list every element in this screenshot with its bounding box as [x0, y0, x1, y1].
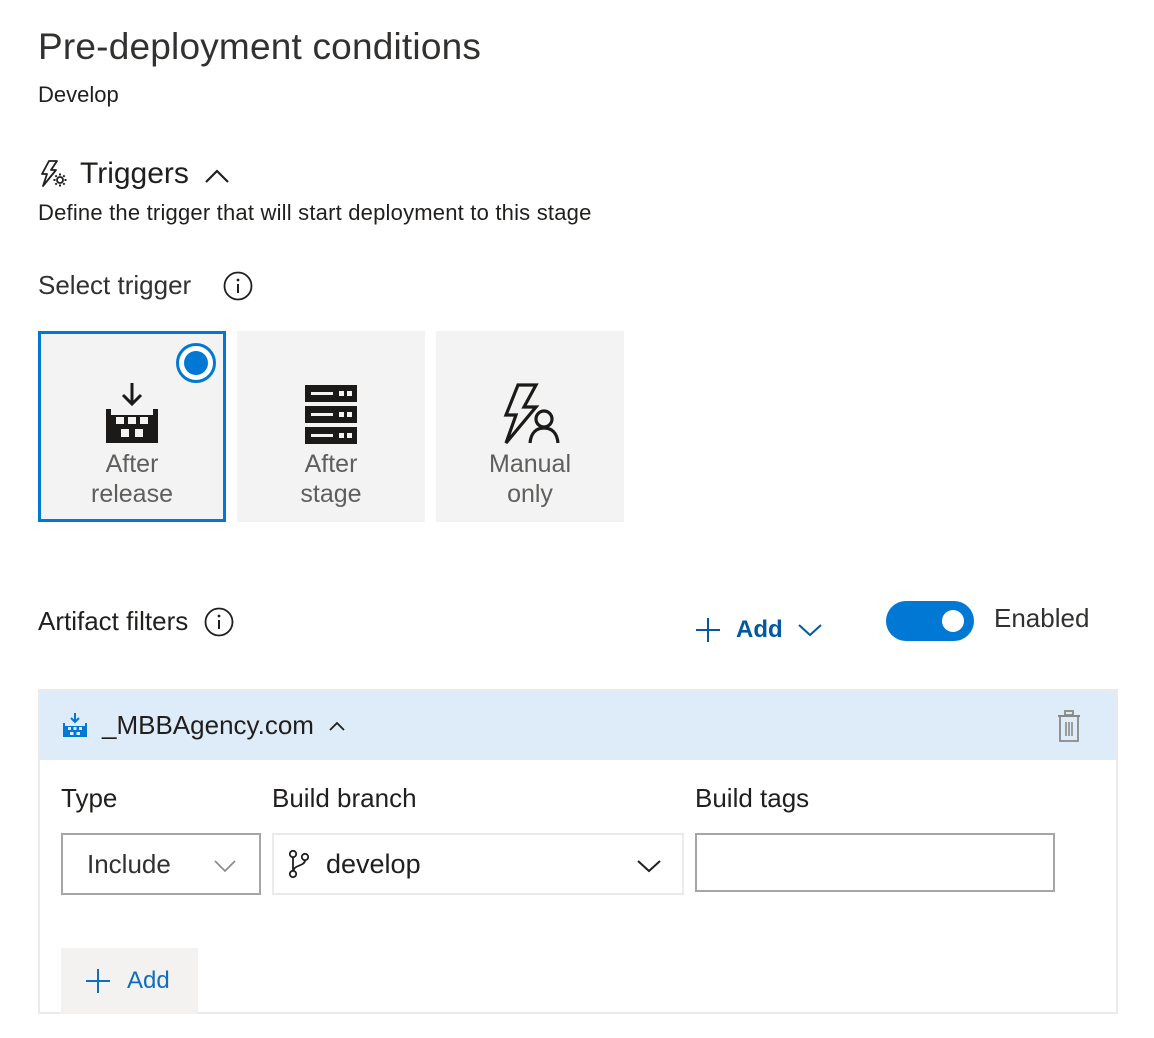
trash-icon[interactable] — [1056, 709, 1082, 743]
trigger-option-after-release[interactable]: After release — [38, 331, 226, 522]
toggle-knob — [942, 610, 964, 632]
info-icon[interactable] — [204, 607, 234, 637]
chevron-up-icon[interactable] — [203, 166, 231, 186]
stage-server-icon — [305, 385, 357, 444]
info-icon[interactable] — [223, 271, 253, 301]
manual-trigger-user-icon — [503, 383, 560, 445]
artifact-filters-row: Artifact filters — [38, 606, 234, 637]
add-label: Add — [127, 967, 170, 994]
tile-label: Manual only — [489, 450, 571, 508]
chevron-up-icon[interactable] — [328, 720, 346, 732]
trigger-option-after-stage[interactable]: After stage — [237, 331, 425, 522]
branch-value: develop — [326, 848, 421, 879]
tile-label: After release — [91, 450, 173, 508]
artifact-name: _MBBAgency.com — [102, 709, 314, 740]
add-label: Add — [736, 616, 783, 643]
trigger-settings-icon — [41, 160, 67, 187]
tile-label: After stage — [300, 450, 362, 508]
build-tags-input[interactable] — [695, 833, 1055, 892]
stage-name: Develop — [38, 82, 119, 107]
triggers-title: Triggers — [80, 157, 189, 190]
toggle-label: Enabled — [994, 603, 1090, 633]
add-filter-row-button[interactable]: Add — [61, 948, 198, 1014]
chevron-down-icon — [797, 624, 822, 637]
tags-column-label: Build tags — [695, 783, 810, 813]
plus-icon — [86, 969, 110, 993]
type-dropdown[interactable]: Include — [61, 833, 261, 895]
build-branch-dropdown[interactable]: develop — [272, 833, 684, 895]
artifact-filters-label: Artifact filters — [38, 606, 189, 636]
branch-column-label: Build branch — [272, 783, 417, 813]
branch-icon — [288, 849, 310, 879]
add-artifact-filter-button[interactable]: Add — [694, 616, 823, 644]
select-trigger-row: Select trigger — [38, 270, 253, 301]
type-value: Include — [87, 848, 171, 879]
trigger-options: After release After stage Manual only — [38, 331, 624, 522]
triggers-description: Define the trigger that will start deplo… — [38, 200, 592, 225]
triggers-section-header[interactable]: Triggers — [38, 156, 231, 192]
artifact-filters-toggle[interactable] — [886, 601, 974, 641]
page-title: Pre-deployment conditions — [38, 26, 482, 67]
trigger-option-manual-only[interactable]: Manual only — [436, 331, 624, 522]
build-artifact-icon — [63, 713, 87, 737]
chevron-down-icon — [637, 860, 661, 873]
release-icon — [106, 383, 158, 443]
selected-radio — [176, 343, 216, 383]
select-trigger-label: Select trigger — [38, 270, 192, 300]
chevron-down-icon — [214, 860, 236, 873]
artifact-header[interactable]: _MBBAgency.com — [40, 691, 1116, 760]
plus-icon — [696, 618, 720, 642]
type-column-label: Type — [61, 783, 118, 813]
artifact-filter-panel: _MBBAgency.com Type Build branch Build t… — [38, 689, 1118, 1014]
